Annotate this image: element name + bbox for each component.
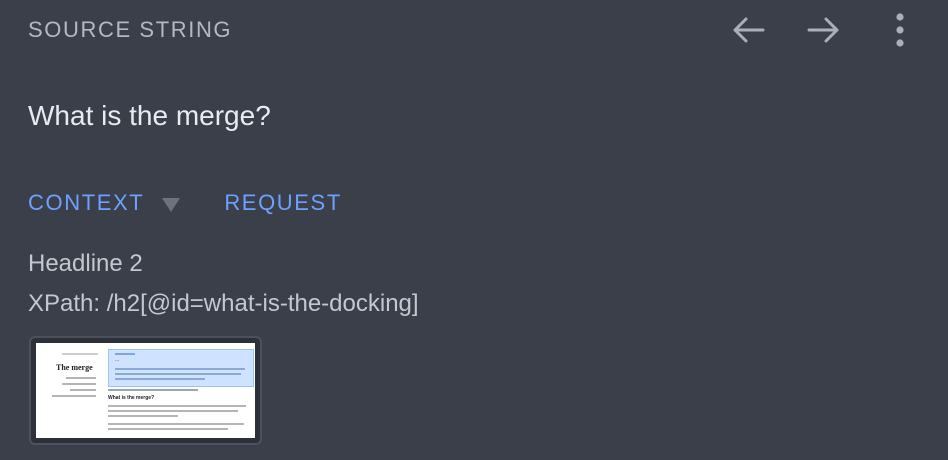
context-screenshot-thumbnail[interactable]: The merge ... What is the merge? [29,336,262,445]
header: SOURCE STRING [28,13,924,47]
thumbnail-body-line [108,410,238,412]
thumbnail-nav-line [52,395,96,397]
thumbnail-body-line [108,428,228,430]
source-string-text: What is the merge? [28,100,271,131]
thumbnail-section-heading: What is the merge? [108,395,155,401]
thumbnail-decoration [62,353,98,355]
caret-down-icon[interactable] [162,198,181,212]
context-details: Headline 2 XPath: /h2[@id=what-is-the-do… [28,244,419,324]
thumbnail-panel-line [115,368,245,370]
tab-context[interactable]: CONTEXT [28,190,144,216]
thumbnail-panel-line [115,353,135,355]
thumbnail-page: The merge ... What is the merge? [36,343,255,438]
element-type-label: Headline 2 [28,250,143,277]
thumbnail-nav-line [70,389,96,391]
section-title: SOURCE STRING [28,17,233,42]
more-vertical-icon [896,13,904,47]
forward-button[interactable] [804,10,844,50]
back-button[interactable] [728,10,768,50]
thumbnail-panel-line [115,378,205,380]
thumbnail-body-line [108,389,198,391]
tab-request[interactable]: REQUEST [224,190,342,216]
more-options-button[interactable] [880,10,920,50]
thumbnail-panel-line [115,373,241,375]
arrow-left-icon [733,17,765,43]
thumbnail-highlight-panel: ... [108,349,254,387]
thumbnail-nav-line [66,377,96,379]
thumbnail-nav-line [62,383,96,385]
thumbnail-page-title: The merge [56,363,93,372]
header-actions [728,10,920,50]
arrow-right-icon [807,17,839,43]
thumbnail-body-line [108,415,178,417]
thumbnail-body-line [108,423,244,425]
xpath-label: XPath: /h2[@id=what-is-the-docking] [28,290,419,317]
tab-bar: CONTEXT REQUEST [28,190,342,216]
thumbnail-panel-heading: ... [115,357,120,363]
thumbnail-body-line [108,405,246,407]
